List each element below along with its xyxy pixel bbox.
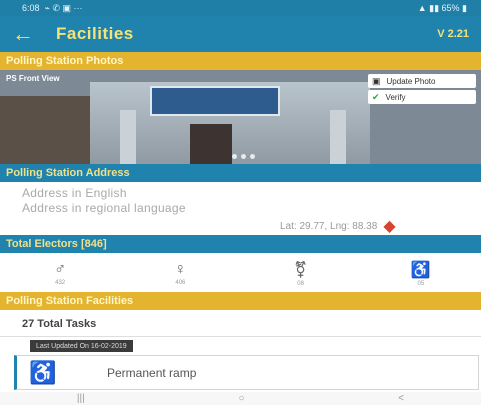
photos-section-header: Polling Station Photos bbox=[0, 52, 481, 70]
female-icon: ♀ bbox=[174, 260, 187, 278]
last-updated-badge: Last Updated On 16-02-2019 bbox=[30, 340, 133, 352]
polling-station-photo[interactable]: PS Front View ▣ Update Photo ✔ Verify bbox=[0, 70, 481, 164]
carousel-dots[interactable] bbox=[232, 154, 255, 159]
photo-pillar bbox=[120, 110, 136, 164]
third-gender-icon: ⚧ bbox=[293, 261, 308, 279]
check-icon: ✔ bbox=[372, 91, 380, 102]
pwd-icon: ♿ bbox=[410, 261, 431, 279]
status-notification-icons: ⌁ ✆ ▣ ··· bbox=[44, 2, 83, 13]
verify-label: Verify bbox=[385, 92, 406, 102]
elector-male: ♂ 432 bbox=[25, 261, 95, 286]
camera-icon: ▣ bbox=[372, 75, 381, 86]
recent-apps-icon[interactable]: ||| bbox=[77, 393, 85, 404]
photo-wall bbox=[0, 96, 100, 164]
photo-signboard bbox=[150, 86, 280, 116]
address-regional: Address in regional language bbox=[22, 201, 186, 215]
male-icon: ♂ bbox=[54, 260, 67, 278]
elector-third-gender: ⚧ 08 bbox=[266, 260, 336, 287]
status-right: ▲ ▮▮ 65% ▮ bbox=[418, 3, 467, 14]
elector-female: ♀ 406 bbox=[145, 261, 215, 286]
status-time: 6:08 bbox=[22, 3, 40, 13]
photo-pillar bbox=[330, 110, 346, 164]
elector-count: 08 bbox=[297, 280, 304, 287]
facility-item[interactable]: ♿ Permanent ramp bbox=[14, 355, 479, 390]
elector-pwd: ♿ 05 bbox=[386, 260, 456, 287]
electors-section-header: Total Electors [846] bbox=[0, 235, 481, 253]
total-tasks: 27 Total Tasks bbox=[22, 318, 97, 330]
update-photo-button[interactable]: ▣ Update Photo bbox=[368, 74, 476, 88]
lat-lng-text: Lat: 29.77, Lng: 88.38 bbox=[280, 220, 378, 232]
update-photo-label: Update Photo bbox=[386, 76, 436, 86]
elector-count: 05 bbox=[417, 280, 425, 287]
status-battery: ▲ ▮▮ 65% ▮ bbox=[417, 2, 467, 13]
electors-row: ♂ 432 ♀ 406 ⚧ 08 ♿ 05 bbox=[0, 255, 481, 291]
verify-button[interactable]: ✔ Verify bbox=[368, 90, 476, 104]
status-bar: 6:08 ⌁ ✆ ▣ ··· ▲ ▮▮ 65% ▮ bbox=[0, 0, 481, 16]
facility-label: Permanent ramp bbox=[107, 365, 197, 380]
map-pin-icon[interactable]: ◆ bbox=[383, 216, 395, 236]
address-section-header: Polling Station Address bbox=[0, 164, 481, 182]
app-version: V 2.21 bbox=[437, 28, 469, 40]
photo-caption: PS Front View bbox=[6, 74, 60, 83]
system-nav-bar: ||| ○ < bbox=[0, 392, 481, 405]
home-icon[interactable]: ○ bbox=[238, 393, 244, 404]
facilities-section-header: Polling Station Facilities bbox=[0, 292, 481, 310]
elector-count: 432 bbox=[55, 279, 66, 286]
lat-lng-row: Lat: 29.77, Lng: 88.38 ◆ bbox=[280, 216, 396, 236]
back-arrow-icon[interactable]: ← bbox=[12, 23, 56, 45]
photo-door bbox=[190, 124, 232, 164]
nav-back-icon[interactable]: < bbox=[398, 393, 404, 404]
divider bbox=[0, 336, 481, 337]
address-english: Address in English bbox=[22, 186, 127, 200]
app-bar: ← Facilities V 2.21 bbox=[0, 16, 481, 52]
wheelchair-icon: ♿ bbox=[29, 359, 57, 385]
status-left: 6:08 ⌁ ✆ ▣ ··· bbox=[22, 3, 83, 14]
page-title: Facilities bbox=[56, 24, 134, 43]
elector-count: 406 bbox=[175, 279, 186, 286]
